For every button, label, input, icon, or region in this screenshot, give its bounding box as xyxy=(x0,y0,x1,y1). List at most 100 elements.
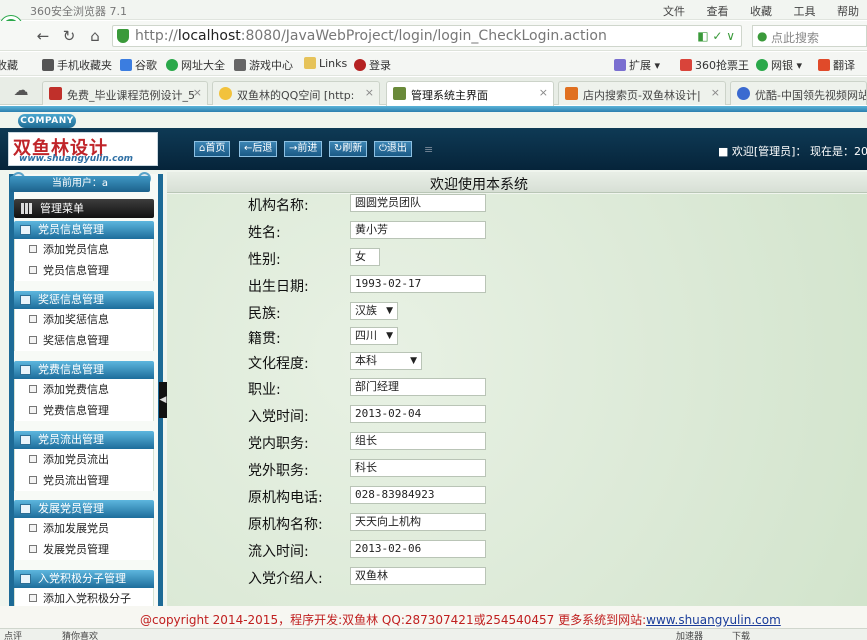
logout-button[interactable]: ⏻退出 xyxy=(374,141,412,157)
bookmark-item[interactable]: 登录 xyxy=(354,57,391,73)
menu-item[interactable]: 添加党员流出 xyxy=(14,449,154,470)
bookmark-item[interactable]: 谷歌 xyxy=(120,57,157,73)
party-position-field[interactable]: 组长 xyxy=(350,432,486,450)
bookmark-item[interactable]: Links xyxy=(304,57,347,70)
browser-tab[interactable]: 优酷-中国领先视频网站 xyxy=(730,81,867,105)
menu-item[interactable]: 党员流出管理 xyxy=(14,470,154,491)
menu-help[interactable]: 帮助 xyxy=(837,5,859,18)
field-label: 籍贯: xyxy=(248,331,281,347)
home-button[interactable]: ⌂首页 xyxy=(194,141,231,157)
menu-group-header[interactable]: 奖惩信息管理 xyxy=(14,291,154,309)
document-icon xyxy=(29,245,37,253)
menu-item[interactable]: 党员信息管理 xyxy=(14,260,154,281)
folder-icon xyxy=(20,365,31,375)
external-position-field[interactable]: 科长 xyxy=(350,459,486,477)
main-heading: 欢迎使用本系统 xyxy=(430,177,528,193)
menu-item[interactable]: 添加发展党员 xyxy=(14,518,154,539)
back-arrow-icon[interactable]: ← xyxy=(34,27,52,45)
web-page: COMPANY 双鱼林设计 www.shuangyulin.com ⌂首页 ←后… xyxy=(0,106,867,640)
menu-group-header[interactable]: 入党积极分子管理 xyxy=(14,570,154,588)
document-icon xyxy=(29,315,37,323)
tab-favicon-icon xyxy=(393,87,406,100)
field-label: 原机构电话: xyxy=(248,490,323,506)
org-phone-field[interactable]: 028-83984923 xyxy=(350,486,486,504)
close-icon[interactable]: × xyxy=(711,86,720,99)
bookmark-item[interactable]: 游戏中心 xyxy=(234,57,293,73)
bookmark-item[interactable]: 手机收藏夹 xyxy=(42,57,112,73)
menu-tools[interactable]: 工具 xyxy=(794,5,816,18)
menu-group-header[interactable]: 党费信息管理 xyxy=(14,361,154,379)
field-label: 职业: xyxy=(248,382,281,398)
bookmark-item[interactable]: 360抢票王 xyxy=(680,57,749,73)
browser-tab[interactable]: 免费_毕业课程范例设计_5 × xyxy=(42,81,208,105)
name-field[interactable]: 黄小芳 xyxy=(350,221,486,239)
birthdate-field[interactable]: 1993-02-17 xyxy=(350,275,486,293)
tab-label: 免费_毕业课程范例设计_5 xyxy=(67,89,195,102)
tab-favicon-icon xyxy=(49,87,62,100)
bookmark-item[interactable]: 翻译 xyxy=(818,57,855,73)
menu-group-header[interactable]: 党员信息管理 xyxy=(14,221,154,239)
document-icon xyxy=(29,336,37,344)
gender-field[interactable]: 女 xyxy=(350,248,380,266)
address-bar[interactable]: http://localhost:8080/JavaWebProject/log… xyxy=(112,25,742,47)
org-name-field[interactable]: 圆圆党员团队 xyxy=(350,194,486,212)
bookmark-item[interactable]: 收藏 xyxy=(0,57,18,73)
browser-tab-active[interactable]: 管理系统主界面 × xyxy=(386,81,554,106)
status-left[interactable]: 点评 xyxy=(4,629,22,640)
field-label: 机构名称: xyxy=(248,198,309,214)
menu-item[interactable]: 添加入党积极分子 xyxy=(14,588,154,606)
document-icon xyxy=(29,545,37,553)
address-url[interactable]: http://localhost:8080/JavaWebProject/log… xyxy=(135,28,607,44)
occupation-field[interactable]: 部门经理 xyxy=(350,378,486,396)
address-tools-icon[interactable]: ◧ ✓ ∨ xyxy=(697,29,735,43)
menu-item[interactable]: 党费信息管理 xyxy=(14,400,154,421)
field-label: 姓名: xyxy=(248,225,281,241)
accelerator-button[interactable]: 加速器 xyxy=(676,629,703,640)
reload-icon[interactable]: ↻ xyxy=(60,27,78,45)
status-mid[interactable]: 猜你喜欢 xyxy=(62,629,98,640)
prev-org-name-field[interactable]: 天天向上机构 xyxy=(350,513,486,531)
browser-tab[interactable]: 店内搜索页-双鱼林设计| × xyxy=(558,81,726,105)
cloud-icon[interactable]: ☁ xyxy=(12,81,30,99)
field-label: 性别: xyxy=(248,252,281,268)
menu-file[interactable]: 文件 xyxy=(663,5,685,18)
close-icon[interactable]: × xyxy=(365,86,374,99)
menu-item[interactable]: 添加党员信息 xyxy=(14,239,154,260)
management-menu-title: 管理菜单 xyxy=(14,199,154,218)
footer-link[interactable]: www.shuangyulin.com xyxy=(646,613,781,627)
menu-item[interactable]: 添加奖惩信息 xyxy=(14,309,154,330)
inflow-date-field[interactable]: 2013-02-06 xyxy=(350,540,486,558)
close-icon[interactable]: × xyxy=(193,86,202,99)
menu-item[interactable]: 发展党员管理 xyxy=(14,539,154,560)
tab-favicon-icon xyxy=(565,87,578,100)
close-icon[interactable]: × xyxy=(539,86,548,99)
refresh-button[interactable]: ↻刷新 xyxy=(329,141,368,157)
education-select[interactable]: 本科 ▼ xyxy=(350,352,422,370)
back-button[interactable]: ←后退 xyxy=(239,141,278,157)
bookmark-item[interactable]: 扩展 ▾ xyxy=(614,57,660,73)
introducer-field[interactable]: 双鱼林 xyxy=(350,567,486,585)
browser-navbar: ← ↻ ⌂ http://localhost:8080/JavaWebProje… xyxy=(0,21,867,51)
menu-group-header[interactable]: 党员流出管理 xyxy=(14,431,154,449)
forward-button[interactable]: →前进 xyxy=(284,141,323,157)
field-label: 入党介绍人: xyxy=(248,571,323,587)
menu-favorites[interactable]: 收藏 xyxy=(750,5,772,18)
browser-tab[interactable]: 双鱼林的QQ空间 [http: × xyxy=(212,81,380,105)
menu-item[interactable]: 奖惩信息管理 xyxy=(14,330,154,351)
menu-view[interactable]: 查看 xyxy=(707,5,729,18)
field-label: 原机构名称: xyxy=(248,517,323,533)
hometown-select[interactable]: 四川 ▼ xyxy=(350,327,398,345)
menu-group-header[interactable]: 发展党员管理 xyxy=(14,500,154,518)
search-box[interactable]: ● 点此搜索 xyxy=(752,25,867,47)
home-icon[interactable]: ⌂ xyxy=(86,27,104,45)
download-button[interactable]: 下载 xyxy=(732,629,750,640)
ethnicity-select[interactable]: 汉族 ▼ xyxy=(350,302,398,320)
field-label: 入党时间: xyxy=(248,409,309,425)
main-heading-bar: 欢迎使用本系统 xyxy=(167,172,867,193)
join-date-field[interactable]: 2013-02-04 xyxy=(350,405,486,423)
collapse-sidebar-icon[interactable]: ◀ xyxy=(159,382,167,418)
shield-icon xyxy=(117,29,129,43)
bookmark-item[interactable]: 网银 ▾ xyxy=(756,57,802,73)
bookmark-item[interactable]: 网址大全 xyxy=(166,57,225,73)
menu-item[interactable]: 添加党费信息 xyxy=(14,379,154,400)
